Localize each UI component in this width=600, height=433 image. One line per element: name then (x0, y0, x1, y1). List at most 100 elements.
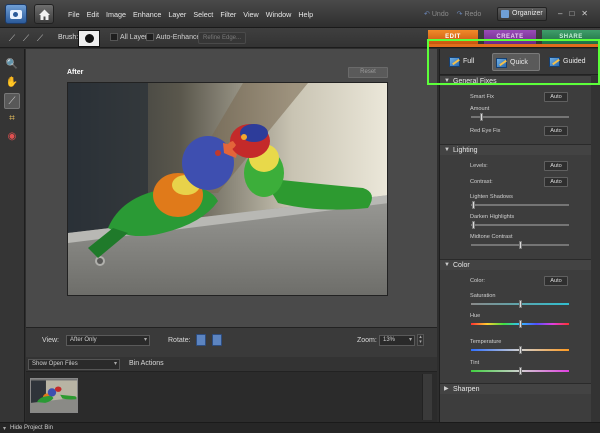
panel-scrollbar[interactable] (591, 75, 600, 422)
project-bin-bar: Show Open Files Bin Actions (26, 357, 437, 371)
saturation-thumb[interactable] (519, 300, 522, 308)
menu-filter[interactable]: Filter (220, 10, 236, 19)
menu-window[interactable]: Window (266, 10, 292, 19)
canvas-area: After Reset (26, 49, 437, 327)
close-icon[interactable]: ✕ (581, 9, 588, 18)
contrast-label: Contrast: (470, 179, 493, 185)
amount-slider[interactable] (471, 113, 569, 121)
tint-thumb[interactable] (519, 367, 522, 375)
menu-layer[interactable]: Layer (168, 10, 186, 19)
hide-project-bin-toggle[interactable]: Hide Project Bin (3, 425, 53, 432)
menu-help[interactable]: Help (298, 10, 313, 19)
view-label: View: (42, 337, 59, 344)
tint-slider[interactable] (471, 367, 569, 375)
highlight-box (427, 39, 600, 85)
darken-highlights-thumb[interactable] (472, 221, 475, 229)
toolbox: 🔍 ✋ ⟋ ⌗ ◉ (0, 49, 25, 422)
section-lighting: ▼ Lighting Levels: Auto Contrast: Auto L… (440, 144, 600, 249)
color-label: Color: (470, 278, 485, 284)
all-layers-checkbox[interactable] (110, 33, 118, 41)
view-controls: View: After Only Rotate: Zoom: 13% ▴▾ (26, 327, 437, 357)
rotate-left-icon[interactable] (196, 334, 206, 346)
window-controls: – □ ✕ (558, 9, 588, 18)
subtract-selection-brush-icon[interactable]: ⟋ (34, 32, 46, 44)
temperature-slider[interactable] (471, 346, 569, 354)
color-auto-button[interactable]: Auto (544, 276, 568, 286)
bin-thumbnail[interactable] (30, 378, 78, 413)
menu-file[interactable]: File (68, 10, 80, 19)
menu-view[interactable]: View (243, 10, 258, 19)
smart-fix-auto-button[interactable]: Auto (544, 92, 568, 102)
red-eye-auto-button[interactable]: Auto (544, 126, 568, 136)
hand-tool-icon[interactable]: ✋ (4, 75, 20, 91)
color-header[interactable]: ▼ Color (440, 259, 600, 270)
midtone-contrast-slider[interactable] (471, 241, 569, 249)
bin-actions-button[interactable]: Bin Actions (129, 360, 164, 367)
bin-show-select[interactable]: Show Open Files (28, 359, 120, 370)
zoom-label: Zoom: (357, 337, 377, 344)
menu-image[interactable]: Image (106, 10, 126, 19)
maximize-icon[interactable]: □ (569, 9, 574, 18)
hue-slider[interactable] (471, 320, 569, 328)
add-selection-brush-icon[interactable]: ⟋ (20, 32, 32, 44)
hue-thumb[interactable] (519, 320, 522, 328)
project-bin (26, 371, 437, 422)
zoom-tool-icon[interactable]: 🔍 (4, 57, 20, 73)
undo-button[interactable]: ↶ Undo (424, 10, 449, 18)
saturation-slider[interactable] (471, 300, 569, 308)
zoom-field[interactable]: 13% (379, 335, 415, 346)
contrast-auto-button[interactable]: Auto (544, 177, 568, 187)
temperature-thumb[interactable] (519, 346, 522, 354)
status-bar: Hide Project Bin (0, 422, 600, 433)
collapse-triangle-icon: ▼ (444, 262, 450, 268)
main-menu: File Edit Image Enhance Layer Select Fil… (68, 10, 320, 19)
sharpen-header[interactable]: ▶ Sharpen (440, 383, 600, 394)
auto-enhance-checkbox[interactable] (146, 33, 154, 41)
tint-label: Tint (470, 360, 480, 366)
redo-arrow-icon: ↷ (456, 11, 463, 18)
zoom-stepper[interactable]: ▴ ▾ (417, 334, 424, 346)
levels-label: Levels: (470, 163, 488, 169)
menu-bar: File Edit Image Enhance Layer Select Fil… (0, 0, 600, 28)
app-logo-icon (5, 4, 27, 24)
canvas-view-label: After (67, 69, 84, 76)
auto-enhance-label: Auto-Enhance (156, 34, 201, 41)
minimize-icon[interactable]: – (558, 9, 562, 18)
lighting-header[interactable]: ▼ Lighting (440, 144, 600, 155)
home-icon (39, 9, 50, 20)
lighten-shadows-slider[interactable] (471, 201, 569, 209)
rotate-right-icon[interactable] (212, 334, 222, 346)
collapse-triangle-icon: ▼ (444, 147, 450, 153)
history-controls: ↶ Undo ↷ Redo (424, 10, 481, 18)
view-select[interactable]: After Only (66, 335, 150, 346)
lorikeets-photo (68, 83, 387, 295)
adjustments-panel: Full Quick Guided ▼ General Fixes Smart … (439, 49, 600, 422)
rotate-label: Rotate: (168, 337, 191, 344)
bin-scrollbar[interactable] (422, 374, 432, 420)
saturation-label: Saturation (470, 293, 496, 299)
menu-select[interactable]: Select (193, 10, 213, 19)
photo-canvas[interactable] (67, 82, 388, 296)
lighten-shadows-label: Lighten Shadows (470, 194, 513, 200)
crop-tool-icon[interactable]: ⌗ (4, 111, 20, 127)
menu-enhance[interactable]: Enhance (133, 10, 161, 19)
reset-button[interactable]: Reset (348, 67, 388, 78)
red-eye-tool-icon[interactable]: ◉ (4, 129, 20, 145)
midtone-contrast-thumb[interactable] (519, 241, 522, 249)
temperature-label: Temperature (470, 339, 502, 345)
lighten-shadows-thumb[interactable] (472, 201, 475, 209)
amount-slider-thumb[interactable] (480, 113, 483, 121)
brush-picker[interactable] (78, 30, 100, 47)
redo-button[interactable]: ↷ Redo (457, 10, 482, 18)
menu-edit[interactable]: Edit (87, 10, 99, 19)
section-color: ▼ Color Color: Auto Saturation Hue Tempe… (440, 259, 600, 375)
refine-edge-button[interactable]: Refine Edge... (198, 32, 246, 44)
home-button[interactable] (34, 4, 54, 24)
undo-arrow-icon: ↶ (424, 11, 430, 18)
amount-label: Amount (470, 106, 490, 112)
darken-highlights-slider[interactable] (471, 221, 569, 229)
organizer-button[interactable]: Organizer (497, 7, 547, 21)
quick-selection-tool-icon[interactable]: ⟋ (4, 93, 20, 109)
levels-auto-button[interactable]: Auto (544, 161, 568, 171)
selection-brush-icon[interactable]: ⟋ (6, 32, 18, 44)
